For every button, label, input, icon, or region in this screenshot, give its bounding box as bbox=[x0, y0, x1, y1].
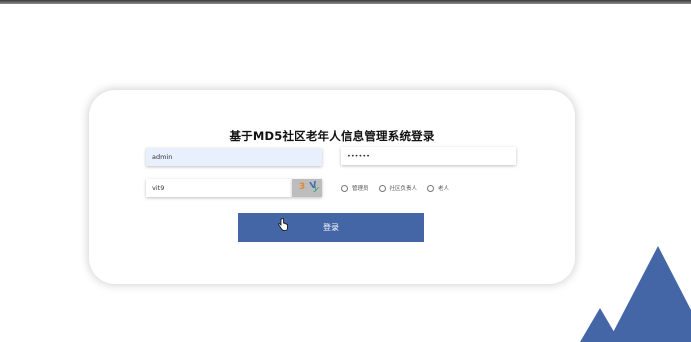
captcha-char: 3 bbox=[299, 182, 306, 192]
password-input[interactable] bbox=[341, 147, 516, 165]
role-label: 社区负责人 bbox=[389, 186, 418, 192]
role-option-admin[interactable]: 管理员 bbox=[341, 184, 369, 192]
role-option-elderly[interactable]: 老人 bbox=[427, 184, 449, 192]
role-label: 管理员 bbox=[352, 186, 369, 192]
role-option-community-leader[interactable]: 社区负责人 bbox=[378, 184, 418, 192]
captcha-image[interactable]: 3 V y bbox=[292, 179, 322, 197]
username-input[interactable] bbox=[146, 148, 322, 166]
login-card: 基于MD5社区老年人信息管理系统登录 3 V y 管理员 社区负责人 老人 登录 bbox=[89, 90, 575, 284]
window-top-edge bbox=[0, 0, 691, 4]
page-title: 基于MD5社区老年人信息管理系统登录 bbox=[229, 129, 435, 143]
login-button[interactable]: 登录 bbox=[238, 213, 424, 242]
radio-icon[interactable] bbox=[427, 184, 435, 192]
radio-icon[interactable] bbox=[341, 184, 348, 192]
role-label: 老人 bbox=[438, 186, 450, 192]
radio-icon[interactable] bbox=[378, 184, 386, 192]
hand-pointer-icon bbox=[278, 218, 288, 231]
captcha-input[interactable] bbox=[146, 179, 292, 197]
role-radio-group: 管理员 社区负责人 老人 bbox=[341, 181, 459, 195]
mountains-icon bbox=[580, 246, 691, 342]
